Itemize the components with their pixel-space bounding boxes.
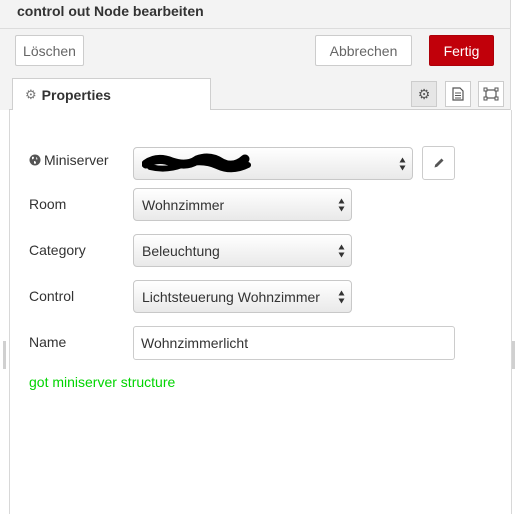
globe-icon [29,153,41,169]
tray-toolbar: Löschen Abbrechen Fertig [0,29,511,74]
description-tab-button[interactable] [445,81,471,107]
name-input[interactable]: Wohnzimmerlicht [133,326,455,360]
description-icon [452,87,464,101]
miniserver-select[interactable] [133,147,413,180]
control-select-value: Lichtsteuerung Wohnzimmer [142,288,320,305]
cancel-button[interactable]: Abbrechen [315,35,412,66]
control-select[interactable]: Lichtsteuerung Wohnzimmer [133,280,352,313]
done-button[interactable]: Fertig [429,35,494,66]
select-arrows-icon [338,244,345,258]
tab-properties[interactable]: ⚙ Properties [12,78,211,110]
select-arrows-icon [399,157,406,171]
redaction-scribble [142,153,251,173]
room-select-value: Wohnzimmer [142,196,225,213]
pencil-icon [434,158,443,168]
edit-miniserver-button[interactable] [422,146,455,180]
status-message: got miniserver structure [29,374,176,390]
appearance-tab-button[interactable] [478,81,504,107]
category-label: Category [29,242,86,258]
properties-tab-button[interactable]: ⚙ [411,81,437,107]
tray-title: control out Node bearbeiten [17,3,204,19]
room-label: Room [29,196,67,212]
control-label: Control [29,288,75,304]
tray-header: control out Node bearbeiten [0,0,511,29]
room-select[interactable]: Wohnzimmer [133,188,352,221]
category-select-value: Beleuchtung [142,242,220,259]
miniserver-label-text: Miniserver [44,152,109,168]
gear-icon: ⚙ [25,86,37,102]
left-resize-handle[interactable] [3,341,6,369]
miniserver-label: Miniserver [29,152,109,169]
delete-button[interactable]: Löschen [15,35,84,66]
name-label: Name [29,334,67,350]
select-arrows-icon [338,198,345,212]
gear-icon: ⚙ [417,86,431,102]
select-arrows-icon [338,290,345,304]
appearance-icon [483,87,499,101]
right-resize-handle[interactable] [512,341,515,369]
tab-properties-label: Properties [41,86,111,103]
category-select[interactable]: Beleuchtung [133,234,352,267]
